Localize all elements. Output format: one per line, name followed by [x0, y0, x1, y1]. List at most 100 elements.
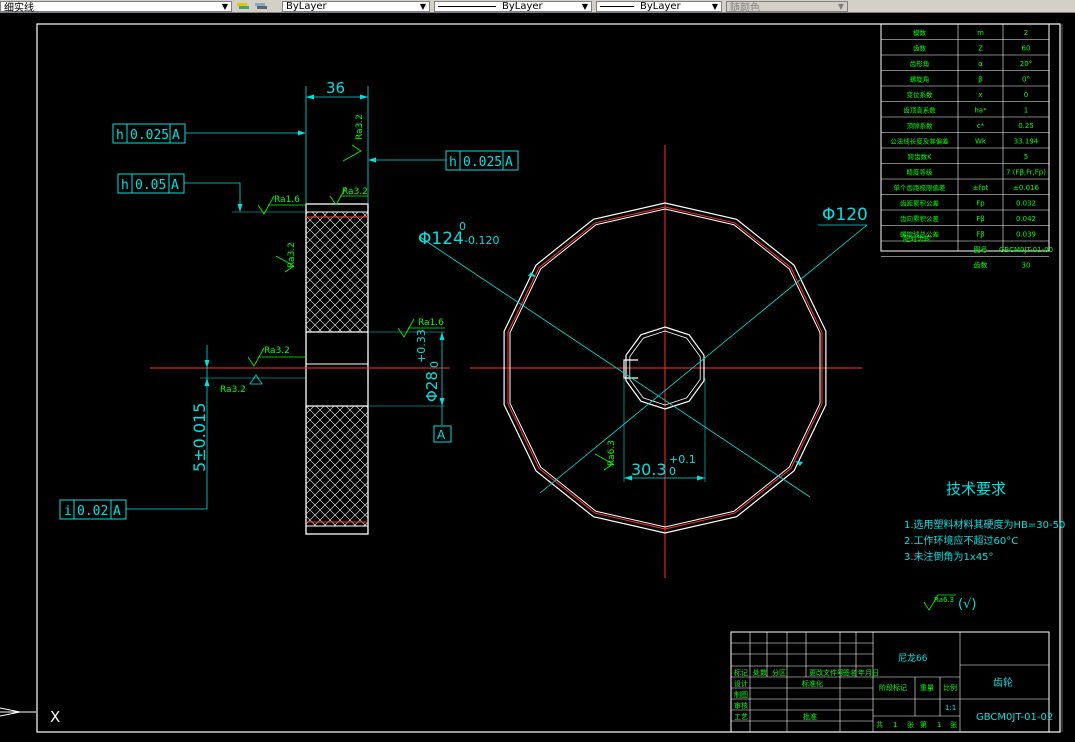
lineweight-sample	[600, 5, 634, 7]
param-cell: 齿距累积公差	[900, 199, 940, 208]
linetype-dropdown[interactable]: ByLayer ▼	[434, 0, 592, 12]
tb-one2: 1	[937, 721, 941, 729]
param-cell: 齿数	[913, 44, 927, 53]
tb-material: 尼龙66	[898, 652, 928, 664]
svg-text:Ra3.2: Ra3.2	[355, 114, 365, 140]
tb-scale: 1:1	[945, 704, 956, 712]
param-cell: 齿向累积公差	[900, 214, 940, 223]
chevron-down-icon: ▼	[711, 1, 718, 11]
param-cell: 0.039	[1016, 231, 1036, 239]
param-cell: 精度等级	[907, 168, 934, 177]
tb-sheets: 张	[907, 720, 914, 729]
lineweight-dropdown[interactable]: ByLayer ▼	[596, 0, 722, 12]
param-cell: 0.25	[1018, 122, 1034, 130]
param-cell: β	[978, 76, 982, 84]
linetype-sample	[438, 5, 496, 7]
param-cell: 60	[1022, 45, 1031, 53]
tb-h-sign: 签名	[843, 668, 857, 677]
drawing-canvas[interactable]: 36 h 0.025 A h 0.025 A h 0.05 A i 0.02 A…	[0, 13, 1075, 742]
dim-5-tol: 5±0.015	[190, 403, 209, 472]
param-cell: 0°	[1022, 76, 1030, 84]
dim-keyway-tol2: 0	[669, 465, 676, 478]
svg-text:Ra6.3: Ra6.3	[607, 440, 617, 466]
tb-no: 第	[920, 720, 927, 729]
gear-hatch-upper	[306, 212, 368, 332]
tech-item-2: 2.工作环境应不超过60°C	[904, 534, 1018, 547]
param-cell: 跨齿数K	[908, 152, 933, 161]
dim-bore-tol2: 0	[428, 361, 441, 368]
linetype-value: ByLayer	[502, 0, 543, 12]
chevron-down-icon: ▼	[837, 1, 844, 11]
tb-standard: 标准化	[802, 679, 823, 688]
svg-text:Ra3.2: Ra3.2	[220, 385, 246, 395]
tb-h-count: 处数	[753, 668, 767, 677]
lineweight-value: ByLayer	[640, 0, 681, 12]
tb-check: 审核	[734, 701, 748, 710]
param-cell: 1	[1024, 107, 1028, 115]
dim-dia120: Φ120	[822, 205, 868, 225]
dim-bore: Φ28	[423, 371, 441, 402]
gear-hatch-lower	[306, 406, 368, 526]
param-cell: α	[978, 60, 983, 68]
param-cell: 单个齿距极限偏差	[894, 183, 947, 192]
datum-a: A	[437, 428, 446, 442]
svg-text:h: h	[116, 128, 124, 143]
layer-states-icon[interactable]	[236, 1, 250, 11]
param-cell: 螺旋角	[910, 75, 930, 84]
tech-title: 技术要求	[946, 480, 1006, 498]
svg-text:A: A	[172, 128, 180, 143]
tb-h-date: 年月日	[858, 668, 879, 677]
param-cell: ±fpt	[973, 184, 989, 192]
svg-text:i: i	[64, 504, 72, 519]
param-cell: 33.194	[1014, 138, 1039, 146]
tb-h-zone: 分区	[772, 668, 786, 677]
properties-toolbar: 细实线 ▼ ByLayer ▼ ByLayer ▼ ByLayer ▼ 随颜色 …	[0, 0, 1075, 13]
tb-sheets2: 张	[950, 720, 957, 729]
rough-other: Ra6.3	[934, 596, 954, 604]
svg-text:h: h	[449, 155, 457, 170]
tb-total: 共	[876, 720, 883, 729]
svg-text:Ra1.6: Ra1.6	[274, 195, 300, 205]
svg-text:0.02: 0.02	[77, 504, 108, 519]
plotstyle-value: 随颜色	[730, 2, 760, 13]
dim-dia124-upper: 0	[459, 220, 466, 233]
param-cell: 公法线长度及其偏差	[890, 137, 949, 146]
layer-dropdown[interactable]: 细实线 ▼	[0, 0, 232, 13]
tb-process: 工艺	[734, 713, 748, 721]
svg-text:Ra3.2: Ra3.2	[264, 346, 290, 356]
param-cell: Fp	[976, 200, 985, 208]
tb-ratio: 比例	[943, 683, 957, 692]
layer-previous-icon[interactable]	[254, 1, 268, 11]
chevron-down-icon: ▼	[581, 1, 588, 11]
tech-item-1: 1.选用塑料材料其硬度为HB=30-50	[904, 518, 1065, 531]
param-cell: 齿形角	[910, 59, 930, 68]
svg-text:Ra3.2: Ra3.2	[342, 187, 368, 197]
svg-text:Ra3.2: Ra3.2	[287, 242, 297, 268]
param-cell: 模数	[913, 28, 927, 37]
layer-name: 细实线	[4, 2, 34, 13]
plotstyle-dropdown[interactable]: 随颜色 ▼	[726, 0, 848, 13]
param-cell: 5	[1024, 153, 1028, 161]
svg-text:Ra1.6: Ra1.6	[418, 318, 444, 328]
param-cell: Fβ	[976, 215, 985, 223]
dim-dia124: Φ124	[418, 229, 464, 249]
svg-text:A: A	[505, 155, 513, 170]
tb-h-doc: 更改文件号	[809, 668, 844, 677]
param-cell: 7 (Fβ,Fr,Fp)	[1006, 169, 1046, 177]
tb-drawing-no: GBCM0JT-01-02	[976, 712, 1053, 723]
param-cell: 齿顶高系数	[903, 106, 936, 115]
svg-text:0.025: 0.025	[130, 128, 169, 143]
tb-weight: 重量	[920, 684, 934, 692]
tb-part-name: 齿轮	[993, 676, 1013, 689]
mate-cell: 30	[1022, 262, 1031, 270]
tb-design: 设计	[734, 679, 748, 688]
param-cell: x	[978, 91, 982, 99]
param-cell: c*	[977, 122, 985, 130]
param-cell: 0.032	[1016, 200, 1036, 208]
tb-stage: 阶段标记	[879, 683, 907, 692]
tb-one: 1	[893, 721, 897, 729]
tb-approve: 批准	[803, 712, 817, 721]
param-cell: ±0.016	[1013, 184, 1039, 192]
color-dropdown[interactable]: ByLayer ▼	[282, 0, 430, 12]
param-cell: Fβ	[976, 231, 985, 239]
